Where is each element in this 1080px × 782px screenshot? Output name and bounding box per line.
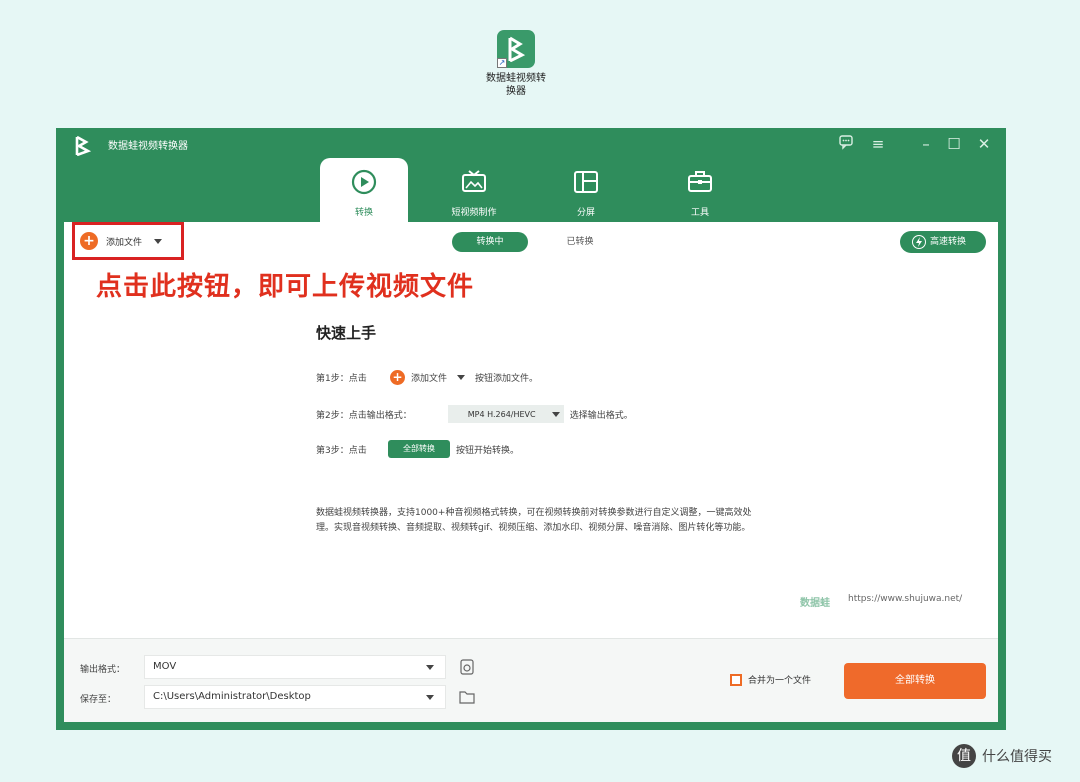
tv-icon [462, 170, 486, 192]
output-format-select[interactable]: MP4 H.264/HEVC [447, 405, 564, 423]
quickstart-title: 快速上手 [316, 324, 377, 342]
brand-logo-text: 数据蛙 [800, 598, 830, 609]
step-label: 第2步：点击输出格式： [316, 410, 412, 421]
format-settings-icon[interactable] [458, 658, 476, 676]
title-bar: 数据蛙视频转换器 ≡ – ☐ ✕ [56, 128, 1006, 160]
tab-tools[interactable]: 工具 [656, 158, 744, 222]
tab-label: 分屏 [576, 208, 595, 218]
tab-convert[interactable]: 转换 [320, 158, 408, 222]
step-text: 按钮开始转换。 [456, 445, 520, 456]
shortcut-arrow-icon: ↗ [497, 58, 507, 68]
tab-split-screen[interactable]: 分屏 [542, 158, 630, 222]
app-description: 数据蛙视频转换器，支持1000+种音视频格式转换，可在视频转换前对转换参数进行自… [316, 508, 752, 533]
menu-icon[interactable]: ≡ [868, 134, 888, 154]
app-window: 数据蛙视频转换器 ≡ – ☐ ✕ 转换 短视频制作 分屏 工具 + 添加文件 转… [56, 128, 1006, 730]
desktop-icon-label: 数据蛙视频转 换器 [486, 73, 546, 97]
step-label: 第1步：点击 [316, 374, 367, 384]
tab-converting[interactable]: 转换中 [452, 232, 528, 252]
app-logo-icon [75, 135, 92, 156]
lightning-icon [912, 235, 926, 249]
app-title: 数据蛙视频转换器 [108, 141, 188, 152]
output-format-value: MP4 H.264/HEVC [467, 409, 536, 419]
desktop-app-shortcut[interactable]: ↗ 数据蛙视频转 换器 [478, 30, 554, 98]
app-logo-icon: ↗ [497, 30, 535, 68]
site-watermark: 值 什么值得买 [952, 744, 1052, 768]
checkbox-square[interactable] [730, 673, 742, 686]
highlight-box [72, 222, 184, 260]
merge-checkbox[interactable]: 合并为一个文件 [730, 673, 811, 686]
plus-icon: + [390, 370, 405, 385]
step-text: 按钮添加文件。 [475, 374, 539, 384]
chevron-down-icon [551, 411, 560, 417]
output-format-label: 输出格式： [80, 665, 126, 675]
tab-converted[interactable]: 已转换 [550, 232, 610, 252]
merge-label: 合并为一个文件 [748, 676, 812, 686]
website-link[interactable]: https://www.shujuwa.net/ [848, 594, 962, 604]
feedback-icon[interactable] [836, 134, 856, 154]
chevron-down-icon[interactable] [426, 665, 434, 670]
quickstart-step-3: 第3步：点击 全部转换 按钮开始转换。 [316, 440, 519, 458]
save-path-label: 保存至： [80, 695, 117, 705]
output-format-field[interactable]: MOV [144, 655, 446, 679]
tab-short-video[interactable]: 短视频制作 [430, 158, 518, 222]
tab-label: 短视频制作 [451, 208, 497, 218]
step-add-file-label: 添加文件 [411, 374, 448, 384]
annotation-text: 点击此按钮，即可上传视频文件 [96, 272, 475, 302]
close-icon[interactable]: ✕ [974, 134, 994, 154]
split-screen-icon [574, 171, 598, 193]
step-convert-all-button[interactable]: 全部转换 [388, 440, 450, 458]
maximize-icon[interactable]: ☐ [944, 134, 964, 154]
quickstart-step-2: 第2步：点击输出格式： MP4 H.264/HEVC 选择输出格式。 [316, 405, 633, 423]
step-label: 第3步：点击 [316, 445, 367, 456]
fast-convert-label: 高速转换 [930, 237, 967, 247]
convert-icon [351, 169, 377, 195]
watermark-logo: 值 [952, 744, 976, 768]
fast-convert-button[interactable]: 高速转换 [900, 231, 986, 253]
convert-all-button[interactable]: 全部转换 [844, 663, 986, 699]
step-text: 选择输出格式。 [569, 410, 633, 421]
quickstart-step-1: 第1步：点击 + 添加文件 按钮添加文件。 [316, 370, 538, 385]
tab-label: 转换 [354, 208, 373, 218]
tab-label: 工具 [690, 208, 709, 218]
toolbox-icon [688, 171, 712, 192]
output-settings-bar: 输出格式： MOV 保存至： C:\Users\Administrator\De… [64, 638, 998, 722]
minimize-icon[interactable]: – [916, 134, 936, 154]
convert-panel: + 添加文件 转换中 已转换 高速转换 点击此按钮，即可上传视频文件 快速上手 … [64, 222, 998, 638]
chevron-down-icon[interactable] [426, 695, 434, 700]
watermark-text: 什么值得买 [982, 749, 1052, 765]
folder-icon[interactable] [458, 688, 476, 706]
save-path-field[interactable]: C:\Users\Administrator\Desktop [144, 685, 446, 709]
step-add-file-button[interactable]: + 添加文件 [390, 370, 447, 385]
chevron-down-icon[interactable] [457, 375, 466, 380]
